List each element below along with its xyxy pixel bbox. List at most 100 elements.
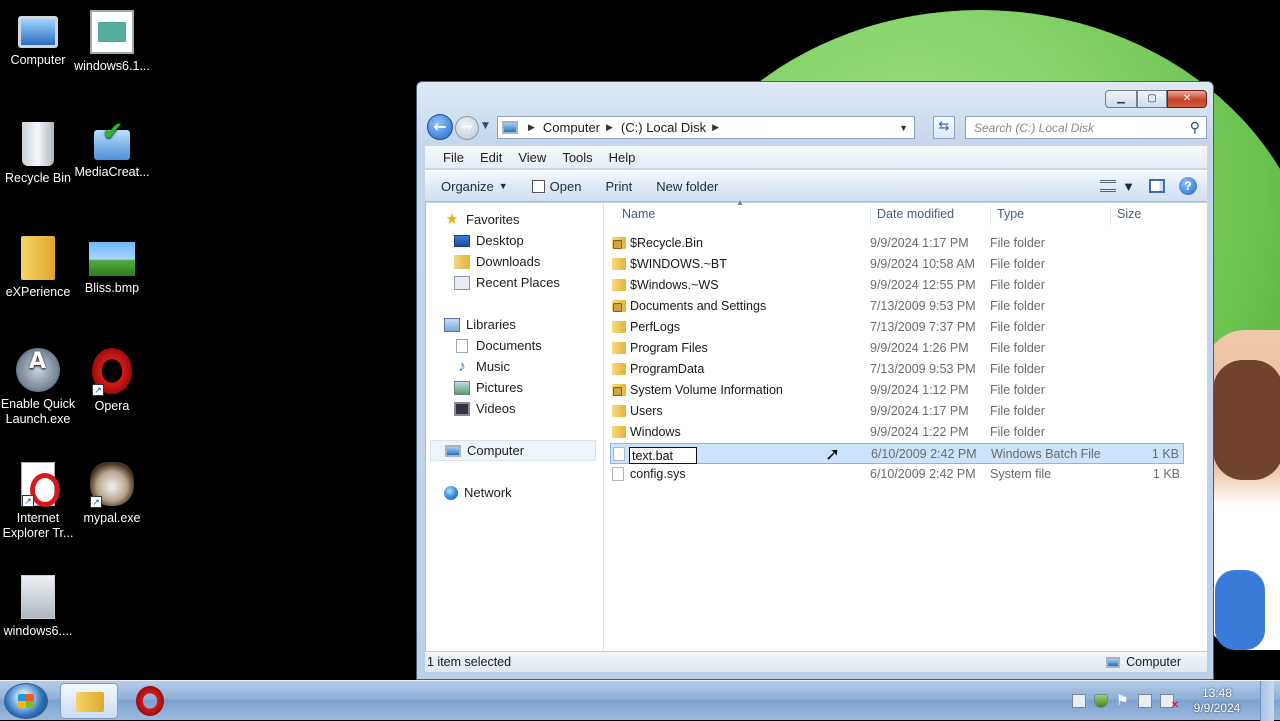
view-dropdown-icon[interactable]: ▼ xyxy=(1122,179,1135,194)
menu-view[interactable]: View xyxy=(518,150,552,165)
file-row[interactable]: $WINDOWS.~BT 9/9/2024 10:58 AM File fold… xyxy=(606,254,1196,275)
breadcrumb-separator-icon[interactable]: ▶ xyxy=(528,122,535,133)
network-icon[interactable] xyxy=(1138,694,1152,708)
security-shield-icon[interactable] xyxy=(1094,694,1108,708)
refresh-button[interactable]: ⇆ xyxy=(933,116,955,139)
nav-label: Desktop xyxy=(476,233,524,248)
star-icon: ★ xyxy=(445,210,459,228)
taskbar-clock[interactable]: 13:48 9/9/2024 xyxy=(1182,686,1252,716)
file-date: 6/10/2009 2:42 PM xyxy=(871,447,977,461)
nav-downloads[interactable]: Downloads xyxy=(426,251,604,272)
desktop-icon-mypal[interactable]: ↗ mypal.exe xyxy=(74,462,150,526)
desktop-icon-label: windows6.... xyxy=(3,624,73,638)
file-date: 7/13/2009 9:53 PM xyxy=(870,299,976,313)
menu-bar: File Edit View Tools Help xyxy=(425,146,1207,168)
column-name[interactable]: Name xyxy=(616,207,655,225)
file-row[interactable]: Documents and Settings 7/13/2009 9:53 PM… xyxy=(606,296,1196,317)
column-size[interactable]: Size xyxy=(1110,207,1141,225)
nav-music[interactable]: ♪ Music xyxy=(426,356,604,377)
organize-button[interactable]: Organize ▼ xyxy=(433,179,516,194)
print-button[interactable]: Print xyxy=(597,179,640,194)
menu-tools[interactable]: Tools xyxy=(562,150,598,165)
menu-edit[interactable]: Edit xyxy=(480,150,508,165)
status-selection-count: 1 item selected xyxy=(427,655,512,669)
file-row[interactable]: Windows 9/9/2024 1:22 PM File folder xyxy=(606,422,1196,443)
action-center-flag-icon[interactable]: ⚑ xyxy=(1116,694,1130,708)
help-icon[interactable]: ? xyxy=(1179,177,1197,195)
nav-network[interactable]: Network xyxy=(426,482,604,503)
desktop-icon-opera[interactable]: ↗ Opera xyxy=(74,348,150,414)
nav-videos[interactable]: Videos xyxy=(426,398,604,419)
breadcrumb-computer[interactable]: Computer xyxy=(543,120,600,135)
address-dropdown-icon[interactable]: ▼ xyxy=(899,123,908,133)
file-row[interactable]: $Windows.~WS 9/9/2024 12:55 PM File fold… xyxy=(606,275,1196,296)
minimize-button[interactable]: ▁ xyxy=(1105,90,1137,108)
menu-help[interactable]: Help xyxy=(609,150,642,165)
nav-recent-places[interactable]: Recent Places xyxy=(426,272,604,293)
maximize-button[interactable]: ▢ xyxy=(1137,90,1167,108)
open-button[interactable]: Open xyxy=(524,179,590,194)
recent-pages-dropdown[interactable]: ▼ xyxy=(482,121,489,131)
nav-computer[interactable]: Computer xyxy=(430,440,596,461)
desktop-icon-bliss[interactable]: Bliss.bmp xyxy=(74,236,150,296)
search-input[interactable]: Search (C:) Local Disk ⚲ xyxy=(965,116,1207,139)
nav-pictures[interactable]: Pictures xyxy=(426,377,604,398)
column-type[interactable]: Type xyxy=(990,207,1024,225)
nav-label: Network xyxy=(464,485,512,500)
taskbar-opera-button[interactable] xyxy=(122,683,180,719)
notification-icon[interactable] xyxy=(1072,694,1086,708)
preview-pane-icon[interactable] xyxy=(1149,179,1165,193)
show-desktop-button[interactable] xyxy=(1260,681,1274,721)
volume-muted-icon[interactable] xyxy=(1160,694,1179,711)
search-icon[interactable]: ⚲ xyxy=(1190,119,1200,136)
file-row[interactable]: config.sys 6/10/2009 2:42 PM System file… xyxy=(606,464,1196,485)
file-row-selected[interactable]: text.bat 6/10/2009 2:42 PM Windows Batch… xyxy=(610,443,1184,464)
content-area: ★ Favorites Desktop Downloads Recent Pla… xyxy=(425,198,1207,651)
file-row[interactable]: Users 9/9/2024 1:17 PM File folder xyxy=(606,401,1196,422)
breadcrumb-local-disk[interactable]: (C:) Local Disk xyxy=(621,120,706,135)
column-date-modified[interactable]: Date modified xyxy=(870,207,954,225)
music-icon: ♪ xyxy=(458,357,466,375)
taskbar: ⚑ 13:48 9/9/2024 xyxy=(0,680,1280,721)
back-button[interactable]: ← xyxy=(427,114,453,140)
address-bar[interactable]: ▶ Computer ▶ (C:) Local Disk ▶ ▼ xyxy=(497,116,915,139)
rename-input[interactable]: text.bat xyxy=(629,447,697,464)
computer-icon xyxy=(502,121,518,134)
locked-folder-icon xyxy=(612,384,626,396)
file-date: 9/9/2024 1:17 PM xyxy=(870,404,969,418)
menu-file[interactable]: File xyxy=(443,150,470,165)
desktop-icon-computer[interactable]: Computer xyxy=(0,10,76,68)
desktop-icon-recycle-bin[interactable]: Recycle Bin xyxy=(0,122,76,186)
forward-button[interactable]: → xyxy=(455,116,479,140)
file-row[interactable]: PerfLogs 7/13/2009 7:37 PM File folder xyxy=(606,317,1196,338)
documents-icon xyxy=(456,338,468,353)
file-name: $Windows.~WS xyxy=(630,278,719,292)
breadcrumb-separator-icon[interactable]: ▶ xyxy=(712,122,719,133)
desktop-icon-windows6-installer[interactable]: windows6.... xyxy=(0,575,76,639)
desktop-icon-windows61[interactable]: windows6.1... xyxy=(74,10,150,74)
file-name: config.sys xyxy=(630,467,686,481)
change-view-icon[interactable] xyxy=(1100,180,1117,192)
breadcrumb-separator-icon[interactable]: ▶ xyxy=(606,122,613,133)
file-row[interactable]: System Volume Information 9/9/2024 1:12 … xyxy=(606,380,1196,401)
file-name: Windows xyxy=(630,425,681,439)
sort-ascending-icon: ▲ xyxy=(736,198,744,207)
desktop-icon-mediacreation[interactable]: MediaCreat... xyxy=(74,122,150,180)
close-button[interactable]: ✕ xyxy=(1167,90,1207,108)
file-row[interactable]: Program Files 9/9/2024 1:26 PM File fold… xyxy=(606,338,1196,359)
new-folder-button[interactable]: New folder xyxy=(648,179,726,194)
desktop-icon-quick-launch[interactable]: Enable Quick Launch.exe xyxy=(0,348,76,427)
caption-buttons: ▁ ▢ ✕ xyxy=(1105,90,1207,108)
file-type: File folder xyxy=(990,320,1045,334)
desktop-icon-internet-explorer[interactable]: ↗ Internet Explorer Tr... xyxy=(0,462,76,541)
nav-favorites[interactable]: ★ Favorites xyxy=(426,209,604,230)
start-button[interactable] xyxy=(4,683,48,719)
nav-documents[interactable]: Documents xyxy=(426,335,604,356)
desktop-icon-experience[interactable]: eXPerience xyxy=(0,236,76,300)
file-row[interactable]: ProgramData 7/13/2009 9:53 PM File folde… xyxy=(606,359,1196,380)
taskbar-explorer-button[interactable] xyxy=(60,683,118,719)
file-row[interactable]: $Recycle.Bin 9/9/2024 1:17 PM File folde… xyxy=(606,233,1196,254)
nav-libraries[interactable]: Libraries xyxy=(426,314,604,335)
nav-desktop[interactable]: Desktop xyxy=(426,230,604,251)
locked-folder-icon xyxy=(612,300,626,312)
